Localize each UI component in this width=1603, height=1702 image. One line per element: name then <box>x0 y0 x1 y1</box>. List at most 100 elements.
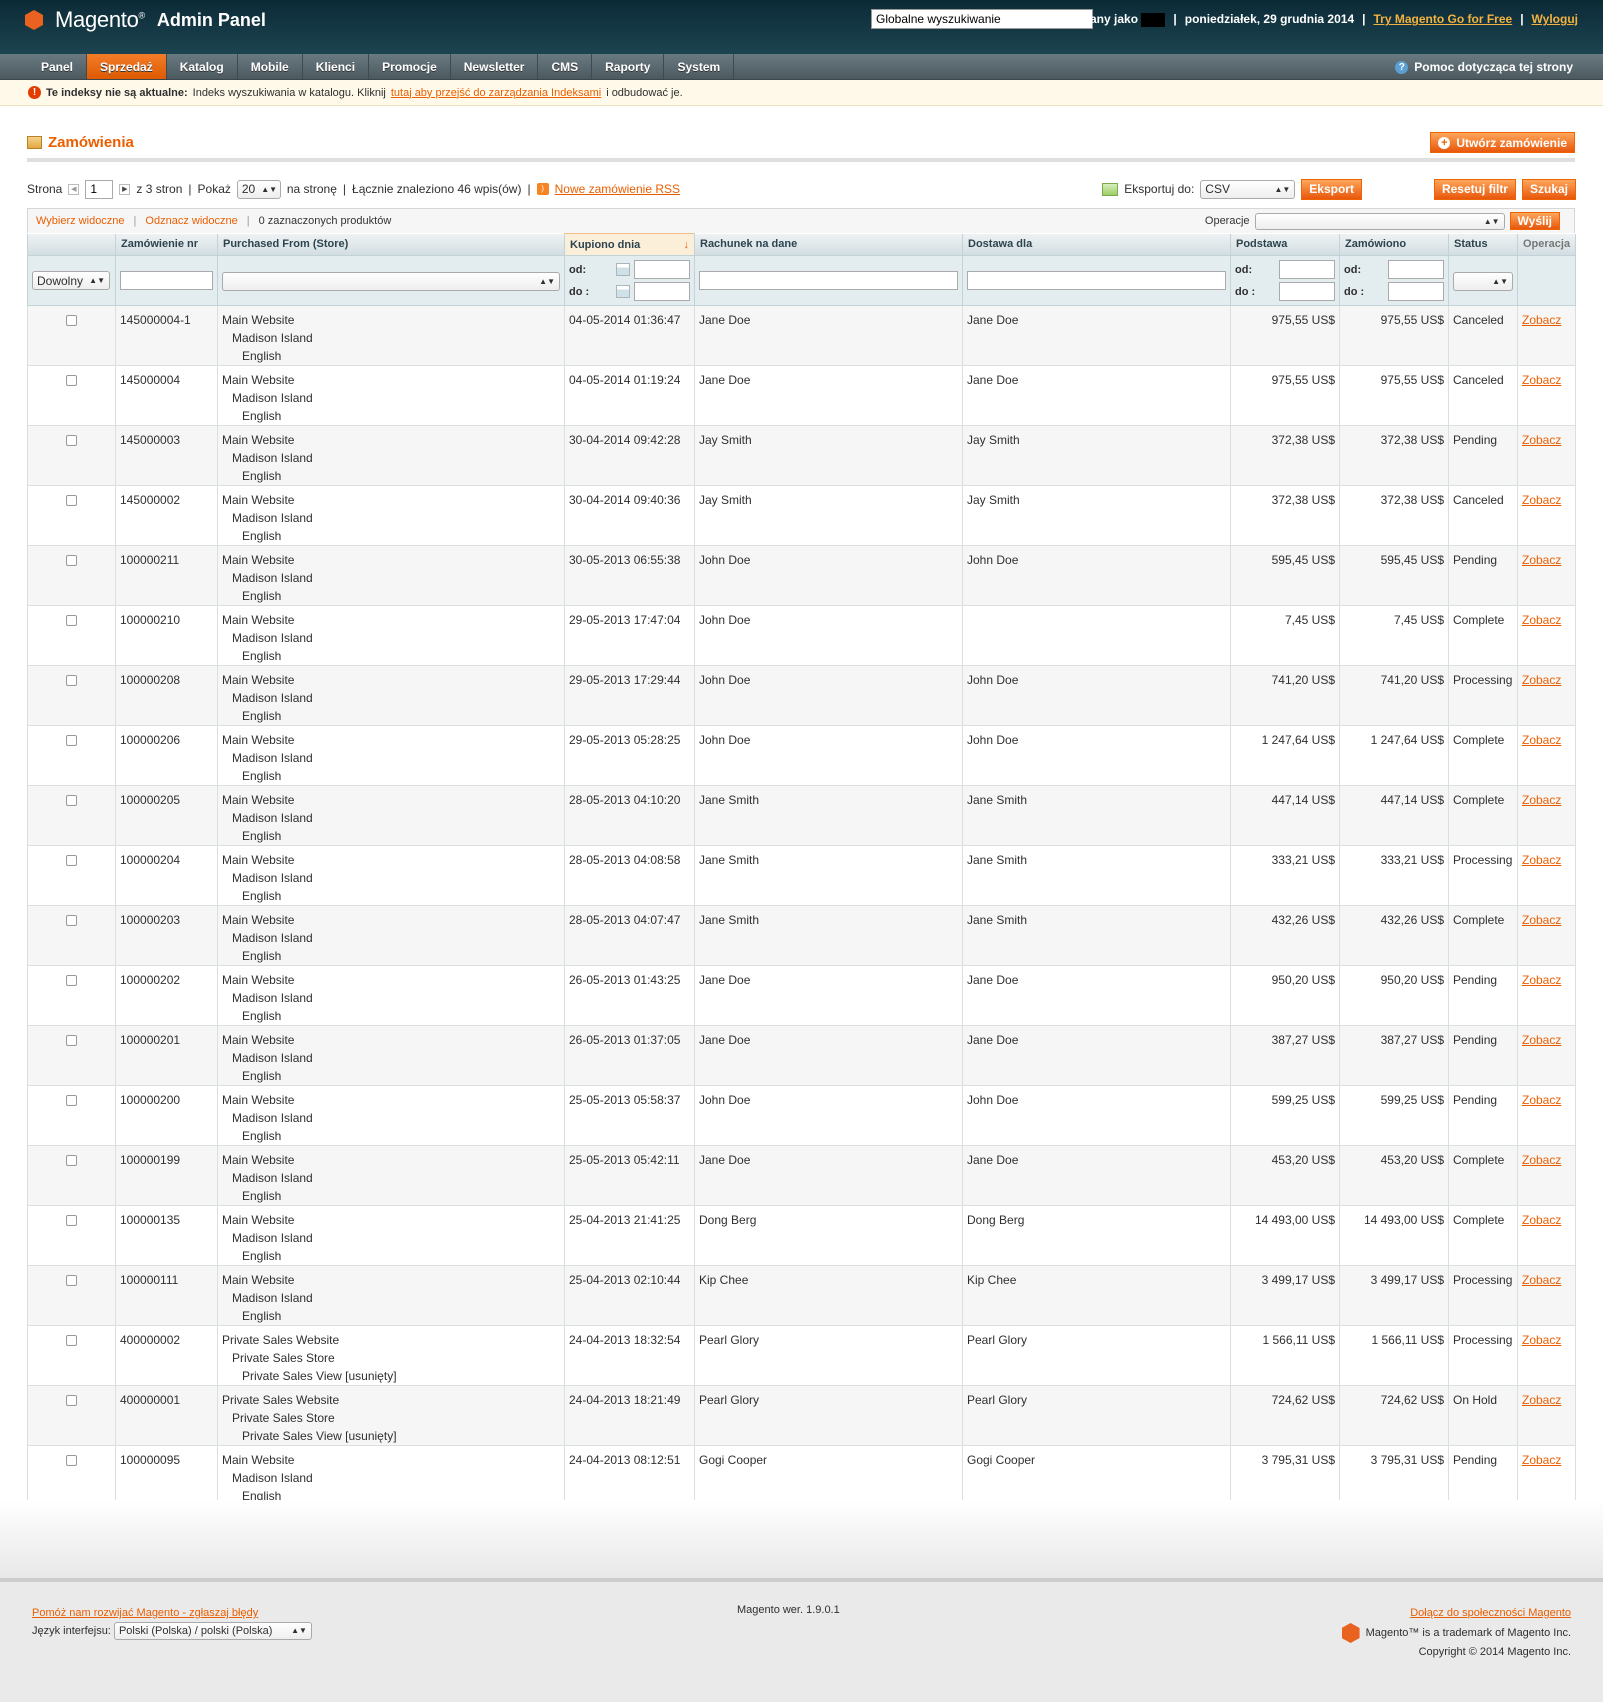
order-row[interactable]: 100000208 Main Website Madison Island Engli… <box>27 665 1576 726</box>
row-checkbox[interactable] <box>66 855 77 866</box>
order-row[interactable]: 100000211 Main Website Madison Island Engli… <box>27 545 1576 606</box>
create-order-button[interactable]: + Utwórz zamówienie <box>1430 132 1575 153</box>
date-from-filter[interactable] <box>634 260 690 279</box>
unselect-visible-link[interactable]: Odznacz widoczne <box>145 215 237 227</box>
row-checkbox[interactable] <box>66 795 77 806</box>
row-checkbox[interactable] <box>66 1215 77 1226</box>
col-bill-to[interactable]: Rachunek na dane <box>694 233 963 256</box>
order-row[interactable]: 145000003 Main Website Madison Island Engli… <box>27 425 1576 486</box>
view-order-link[interactable]: Zobacz <box>1522 733 1561 747</box>
row-checkbox[interactable] <box>66 1035 77 1046</box>
col-status[interactable]: Status <box>1448 233 1518 256</box>
view-order-link[interactable]: Zobacz <box>1522 973 1561 987</box>
col-store[interactable]: Purchased From (Store) <box>217 233 565 256</box>
col-purchased-on[interactable]: Kupiono dnia ↓ <box>564 233 695 256</box>
ship-to-filter[interactable] <box>967 271 1226 290</box>
export-button[interactable]: Eksport <box>1301 178 1362 200</box>
next-page-icon[interactable]: ▶ <box>119 183 131 195</box>
calendar-icon[interactable] <box>616 263 630 276</box>
view-order-link[interactable]: Zobacz <box>1522 313 1561 327</box>
row-checkbox[interactable] <box>66 675 77 686</box>
export-format-select[interactable]: CSV ▲▼ <box>1200 179 1296 199</box>
order-row[interactable]: 100000210 Main Website Madison Island Engli… <box>27 605 1576 666</box>
per-page-select[interactable]: 20 ▲▼ <box>236 179 281 199</box>
nav-customers[interactable]: Klienci <box>303 54 370 79</box>
reset-filter-button[interactable]: Resetuj filtr <box>1433 178 1516 200</box>
magento-logo[interactable]: Magento® Admin Panel <box>25 7 266 33</box>
order-row[interactable]: 100000200 Main Website Madison Island Engli… <box>27 1085 1576 1146</box>
view-order-link[interactable]: Zobacz <box>1522 1333 1561 1347</box>
nav-sales[interactable]: Sprzedaż <box>87 54 167 79</box>
row-checkbox[interactable] <box>66 1455 77 1466</box>
logout-link[interactable]: Wyloguj <box>1532 12 1578 26</box>
row-checkbox[interactable] <box>66 735 77 746</box>
row-checkbox[interactable] <box>66 1335 77 1346</box>
order-row[interactable]: 100000201 Main Website Madison Island Engli… <box>27 1025 1576 1086</box>
nav-reports[interactable]: Raporty <box>592 54 665 79</box>
view-order-link[interactable]: Zobacz <box>1522 1213 1561 1227</box>
order-row[interactable]: 100000111 Main Website Madison Island Engli… <box>27 1265 1576 1326</box>
order-row[interactable]: 100000199 Main Website Madison Island Engli… <box>27 1145 1576 1206</box>
select-visible-link[interactable]: Wybierz widoczne <box>36 215 125 227</box>
calendar-icon[interactable] <box>616 285 630 298</box>
view-order-link[interactable]: Zobacz <box>1522 913 1561 927</box>
store-filter-select[interactable]: ▲▼ <box>222 271 560 291</box>
col-purchased-total[interactable]: Zamówiono <box>1339 233 1449 256</box>
row-checkbox[interactable] <box>66 1095 77 1106</box>
nav-newsletter[interactable]: Newsletter <box>451 54 539 79</box>
row-checkbox[interactable] <box>66 915 77 926</box>
community-link[interactable]: Dołącz do społeczności Magento <box>1410 1607 1571 1619</box>
view-order-link[interactable]: Zobacz <box>1522 1393 1561 1407</box>
col-order-id[interactable]: Zamówienie nr <box>115 233 218 256</box>
bill-to-filter[interactable] <box>699 271 958 290</box>
row-checkbox[interactable] <box>66 555 77 566</box>
date-to-filter[interactable] <box>634 282 690 301</box>
row-checkbox[interactable] <box>66 1395 77 1406</box>
submit-button[interactable]: Wyślij <box>1509 212 1560 230</box>
view-order-link[interactable]: Zobacz <box>1522 1033 1561 1047</box>
nav-system[interactable]: System <box>664 54 735 79</box>
help-link[interactable]: ? Pomoc dotycząca tej strony <box>1395 54 1573 80</box>
view-order-link[interactable]: Zobacz <box>1522 613 1561 627</box>
row-checkbox[interactable] <box>66 435 77 446</box>
view-order-link[interactable]: Zobacz <box>1522 853 1561 867</box>
view-order-link[interactable]: Zobacz <box>1522 1453 1561 1467</box>
total-from-filter[interactable] <box>1388 260 1444 279</box>
order-row[interactable]: 100000203 Main Website Madison Island Engli… <box>27 905 1576 966</box>
nav-panel[interactable]: Panel <box>28 54 88 79</box>
page-number-input[interactable] <box>85 179 114 199</box>
row-checkbox[interactable] <box>66 315 77 326</box>
col-ship-to[interactable]: Dostawa dla <box>962 233 1231 256</box>
view-order-link[interactable]: Zobacz <box>1522 793 1561 807</box>
order-row[interactable]: 145000004-1 Main Website Madison Island Eng… <box>27 305 1576 366</box>
interface-language-select[interactable]: Polski (Polska) / polski (Polska) ▲▼ <box>113 1622 312 1640</box>
operations-select[interactable]: ▲▼ <box>1254 212 1505 230</box>
status-filter-select[interactable]: ▲▼ <box>1453 271 1513 291</box>
view-order-link[interactable]: Zobacz <box>1522 1093 1561 1107</box>
order-row[interactable]: 145000004 Main Website Madison Island Engli… <box>27 365 1576 426</box>
row-checkbox[interactable] <box>66 1155 77 1166</box>
view-order-link[interactable]: Zobacz <box>1522 433 1561 447</box>
report-bug-link[interactable]: Pomóż nam rozwijać Magento - zgłaszaj bł… <box>32 1607 258 1619</box>
view-order-link[interactable]: Zobacz <box>1522 1273 1561 1287</box>
order-row[interactable]: 100000205 Main Website Madison Island Engli… <box>27 785 1576 846</box>
order-row[interactable]: 100000202 Main Website Madison Island Engli… <box>27 965 1576 1026</box>
order-row[interactable]: 100000204 Main Website Madison Island Engli… <box>27 845 1576 906</box>
nav-catalog[interactable]: Katalog <box>167 54 238 79</box>
try-magento-link[interactable]: Try Magento Go for Free <box>1374 12 1513 26</box>
col-base-total[interactable]: Podstawa <box>1230 233 1340 256</box>
row-checkbox[interactable] <box>66 495 77 506</box>
row-checkbox[interactable] <box>66 375 77 386</box>
total-to-filter[interactable] <box>1388 282 1444 301</box>
index-management-link[interactable]: tutaj aby przejść do zarządzania Indeksa… <box>391 87 601 99</box>
order-row[interactable]: 100000095 Main Website Madison Island Engli… <box>27 1445 1576 1506</box>
order-row[interactable]: 100000206 Main Website Madison Island Engli… <box>27 725 1576 786</box>
nav-cms[interactable]: CMS <box>538 54 593 79</box>
prev-page-icon[interactable]: ◀ <box>68 183 80 195</box>
view-order-link[interactable]: Zobacz <box>1522 553 1561 567</box>
row-checkbox[interactable] <box>66 975 77 986</box>
base-to-filter[interactable] <box>1279 282 1335 301</box>
order-row[interactable]: 100000135 Main Website Madison Island Engli… <box>27 1205 1576 1266</box>
order-id-filter[interactable] <box>120 271 213 290</box>
view-order-link[interactable]: Zobacz <box>1522 673 1561 687</box>
